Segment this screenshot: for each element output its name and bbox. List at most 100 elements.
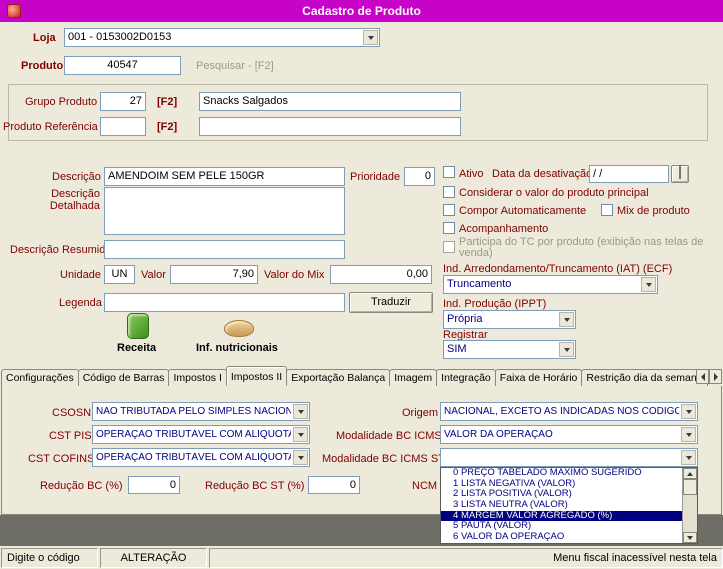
considerar-valor-label: Considerar o valor do produto principal [459,187,649,199]
descricao-input[interactable]: AMENDOIM SEM PELE 150GR [104,167,345,186]
chevron-down-icon[interactable] [681,404,696,419]
participa-tc-checkbox [443,241,455,253]
dropdown-option-selected[interactable]: 4 MARGEM VALOR AGREGADO (%) [441,510,682,522]
chevron-down-icon[interactable] [559,342,574,357]
referencia-code-input[interactable] [100,117,146,136]
chevron-down-icon[interactable] [293,427,308,442]
dropdown-option[interactable]: 6 VALOR DA OPERAÇÃO [441,532,682,543]
tab-exportacao-balanca[interactable]: Exportação Balança [286,369,391,386]
chevron-down-icon[interactable] [641,277,656,292]
prioridade-input[interactable]: 0 [404,167,435,186]
descricao-detalhada-input[interactable] [104,187,345,235]
cst-pis-value: OPERAÇÃO TRIBUTÁVEL COM ALÍQUOTA BÁSICA [96,429,291,440]
referencia-name-input[interactable] [199,117,461,136]
reducao-bc-input[interactable]: 0 [128,476,180,494]
csosn-label: CSOSN [52,407,92,419]
tab-impostos-2[interactable]: Impostos II [225,366,288,386]
descricao-detalhada-label: Descrição Detalhada [49,188,100,212]
origem-label: Origem [402,407,439,419]
ippt-select[interactable]: Própria [443,310,576,329]
grupo-name-input[interactable]: Snacks Salgados [199,92,461,111]
cst-cofins-label: CST COFINS [28,453,95,465]
produto-code-input[interactable]: 40547 [64,56,181,75]
loja-label: Loja [33,32,56,44]
grupo-code-input[interactable]: 27 [100,92,146,111]
csosn-value: NÃO TRIBUTADA PELO SIMPLES NACIONAL [96,406,291,417]
dropdown-option[interactable]: 2 LISTA POSITIVA (VALOR) [441,489,682,500]
tab-integracao[interactable]: Integração [436,369,496,386]
iat-select[interactable]: Truncamento [443,275,658,294]
receita-label: Receita [117,342,157,354]
dropdown-option[interactable]: 1 LISTA NEGATIVA (VALOR) [441,479,682,490]
origem-select[interactable]: NACIONAL, EXCETO AS INDICADAS NOS CODIGO… [440,402,698,421]
mix-de-produto-label: Mix de produto [617,205,690,217]
valor-do-mix-input[interactable]: 0,00 [330,265,432,284]
modalidade-bc-icms-st-select[interactable] [440,448,698,467]
chevron-down-icon[interactable] [681,450,696,465]
dropdown-option[interactable]: 0 PREÇO TABELADO MÁXIMO SUGERIDO [441,468,682,479]
scroll-down-icon[interactable] [683,532,697,543]
compor-automaticamente-label: Compor Automaticamente [459,205,587,217]
chevron-down-icon[interactable] [363,30,378,45]
valor-input[interactable]: 7,90 [170,265,258,284]
data-desativacao-input[interactable]: / / [589,165,669,183]
tab-scroll-buttons [696,369,722,384]
scrollbar-thumb[interactable] [683,479,697,495]
origem-value: NACIONAL, EXCETO AS INDICADAS NOS CODIGO… [444,406,679,417]
dropdown-option[interactable]: 3 LISTA NEUTRA (VALOR) [441,500,682,511]
tab-scroll-right-icon[interactable] [709,369,722,384]
app-icon [7,4,21,18]
tab-configuracoes[interactable]: Configurações [1,369,79,386]
ippt-label: Ind. Produção (IPPT) [443,298,547,310]
tab-scroll-left-icon[interactable] [696,369,709,384]
legenda-input[interactable] [104,293,345,312]
scroll-up-icon[interactable] [683,468,697,479]
dropdown-option[interactable]: 5 PAUTA (VALOR) [441,521,682,532]
descricao-resumida-input[interactable] [104,240,345,259]
traduzir-button[interactable]: Traduzir [349,292,433,313]
loja-select[interactable]: 001 - 0153002D0153 [64,28,380,47]
modalidade-bc-icms-select[interactable]: VALOR DA OPERAÇÃO [440,425,698,444]
ativo-label: Ativo [459,168,484,180]
ippt-value: Própria [447,313,483,325]
dropdown-scrollbar[interactable] [682,468,697,543]
data-desativacao-label: Data da desativação [492,168,593,180]
status-right: Menu fiscal inacessível nesta tela [209,548,723,568]
inf-nutricionais-icon[interactable] [224,320,254,337]
registrar-value: SIM [447,343,467,355]
csosn-select[interactable]: NÃO TRIBUTADA PELO SIMPLES NACIONAL [92,402,310,421]
chevron-down-icon[interactable] [681,427,696,442]
descricao-label: Descrição [52,171,101,183]
chevron-down-icon[interactable] [293,404,308,419]
produto-label: Produto [21,60,64,72]
ativo-checkbox[interactable] [443,166,455,178]
acompanhamento-label: Acompanhamento [459,223,549,235]
tab-impostos-1[interactable]: Impostos I [168,369,227,386]
chevron-down-icon[interactable] [559,312,574,327]
calendar-button[interactable] [671,165,689,183]
inf-nutricionais-label: Inf. nutricionais [196,342,278,354]
iat-label: Ind. Arredondamento/Truncamento (IAT) (E… [443,263,673,275]
registrar-select[interactable]: SIM [443,340,576,359]
tab-faixa-de-horario[interactable]: Faixa de Horário [494,369,583,386]
tab-codigo-de-barras[interactable]: Código de Barras [77,369,170,386]
considerar-valor-checkbox[interactable] [443,186,455,198]
unidade-input[interactable]: UN [104,265,135,284]
reducao-bc-st-label: Redução BC ST (%) [205,480,305,492]
reducao-bc-st-input[interactable]: 0 [308,476,360,494]
valor-label: Valor [141,269,166,281]
cst-cofins-select[interactable]: OPERAÇÃO TRIBUTÁVEL COM ALÍQUOTA BÁSICA [92,448,310,467]
unidade-label: Unidade [60,269,101,281]
receita-icon[interactable] [127,313,149,339]
tab-imagem[interactable]: Imagem [389,369,438,386]
cst-pis-select[interactable]: OPERAÇÃO TRIBUTÁVEL COM ALÍQUOTA BÁSICA [92,425,310,444]
tab-restricao-dia-da-semana[interactable]: Restrição dia da semana [581,369,708,386]
cst-pis-label: CST PIS [49,430,92,442]
acompanhamento-checkbox[interactable] [443,222,455,234]
grupo-produto-label: Grupo Produto [25,96,98,108]
calendar-icon [679,165,681,179]
referencia-f2-label: [F2] [157,121,178,133]
chevron-down-icon[interactable] [293,450,308,465]
compor-automaticamente-checkbox[interactable] [443,204,455,216]
mix-de-produto-checkbox[interactable] [601,204,613,216]
